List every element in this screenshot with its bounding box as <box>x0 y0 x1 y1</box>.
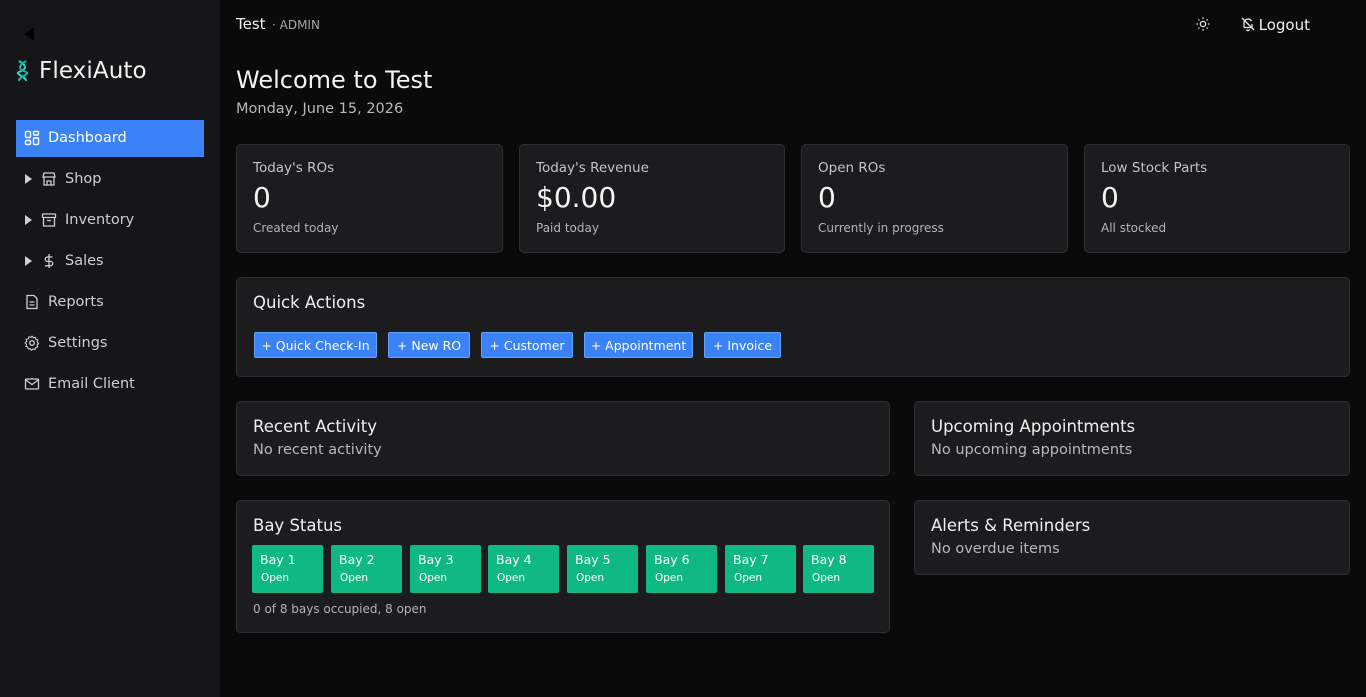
bay-name: Bay 4 <box>496 552 532 567</box>
bay-status: Open <box>734 572 763 584</box>
expand-caret-icon <box>25 215 32 225</box>
document-icon <box>26 294 38 310</box>
upcoming-appointments-empty: No upcoming appointments <box>931 442 1133 458</box>
alerts-title: Alerts & Reminders <box>931 516 1091 535</box>
gear-icon <box>24 335 40 351</box>
stat-card-low-stock-parts: Low Stock Parts 0 All stocked <box>1084 144 1350 253</box>
stat-card-open-ros: Open ROs 0 Currently in progress <box>801 144 1068 253</box>
bay-status: Open <box>812 572 841 584</box>
brand-name: FlexiAuto <box>39 58 147 84</box>
stat-value: $0.00 <box>536 181 617 214</box>
bay-status: Open <box>419 572 448 584</box>
dollar-icon <box>44 254 54 268</box>
new-ro-button[interactable]: + New RO <box>388 332 470 358</box>
bay-status: Open <box>576 572 605 584</box>
mail-icon <box>24 378 40 390</box>
stat-subtext: Currently in progress <box>818 221 944 235</box>
store-icon <box>42 172 56 186</box>
collapse-sidebar-button[interactable] <box>24 27 34 41</box>
recent-activity-card: Recent Activity No recent activity <box>236 401 890 476</box>
bay-name: Bay 8 <box>811 552 847 567</box>
bay-status-title: Bay Status <box>253 516 343 535</box>
bay-tile[interactable]: Bay 4 Open <box>488 545 559 593</box>
alerts-empty: No overdue items <box>931 541 1060 557</box>
bay-tile[interactable]: Bay 6 Open <box>646 545 717 593</box>
stat-label: Low Stock Parts <box>1101 160 1208 176</box>
sidebar-item-inventory[interactable]: Inventory <box>16 202 204 239</box>
sidebar-item-label: Email Client <box>48 376 135 392</box>
sidebar: FlexiAuto Dashboard Shop Inventory Sales… <box>0 0 220 697</box>
bay-status: Open <box>655 572 684 584</box>
sidebar-item-label: Sales <box>65 253 104 269</box>
stat-label: Today's Revenue <box>536 160 649 176</box>
stat-subtext: All stocked <box>1101 221 1167 235</box>
upcoming-appointments-title: Upcoming Appointments <box>931 417 1136 436</box>
quick-check-in-button[interactable]: + Quick Check-In <box>254 332 377 358</box>
bay-tile[interactable]: Bay 2 Open <box>331 545 402 593</box>
dna-logo-icon <box>16 60 29 82</box>
logout-button[interactable]: Logout <box>1259 16 1310 34</box>
expand-caret-icon <box>25 256 32 266</box>
sidebar-item-label: Inventory <box>65 212 135 228</box>
organization-name: Test <box>236 15 266 33</box>
bay-name: Bay 3 <box>418 552 454 567</box>
quick-actions-card: Quick Actions + Quick Check-In + New RO … <box>236 277 1350 377</box>
new-invoice-button[interactable]: + Invoice <box>704 332 781 358</box>
bay-summary: 0 of 8 bays occupied, 8 open <box>253 602 427 616</box>
bay-status: Open <box>261 572 290 584</box>
sidebar-item-shop[interactable]: Shop <box>16 161 204 198</box>
brand[interactable]: FlexiAuto <box>16 58 147 84</box>
sidebar-item-reports[interactable]: Reports <box>16 284 204 321</box>
bay-name: Bay 6 <box>654 552 690 567</box>
upcoming-appointments-card: Upcoming Appointments No upcoming appoin… <box>914 401 1350 476</box>
bay-tile[interactable]: Bay 3 Open <box>410 545 481 593</box>
bay-name: Bay 1 <box>260 552 296 567</box>
new-appointment-button[interactable]: + Appointment <box>584 332 693 358</box>
expand-caret-icon <box>25 174 32 184</box>
stat-value: 0 <box>818 181 836 214</box>
alerts-reminders-card: Alerts & Reminders No overdue items <box>914 500 1350 575</box>
user-role: · ADMIN <box>272 18 320 32</box>
bay-status-card: Bay Status Bay 1 Open Bay 2 Open Bay 3 O… <box>236 500 890 633</box>
stat-value: 0 <box>1101 181 1119 214</box>
sidebar-item-label: Reports <box>48 294 104 310</box>
quick-actions-title: Quick Actions <box>253 293 366 312</box>
sidebar-item-dashboard[interactable]: Dashboard <box>16 120 204 157</box>
stat-card-todays-revenue: Today's Revenue $0.00 Paid today <box>519 144 785 253</box>
stat-subtext: Created today <box>253 221 339 235</box>
sidebar-nav: Dashboard Shop Inventory Sales Reports S… <box>16 120 204 407</box>
stat-value: 0 <box>253 181 271 214</box>
stat-subtext: Paid today <box>536 221 599 235</box>
sun-icon[interactable] <box>1195 16 1211 32</box>
stat-label: Open ROs <box>818 160 886 176</box>
bay-tile[interactable]: Bay 8 Open <box>803 545 874 593</box>
new-customer-button[interactable]: + Customer <box>481 332 573 358</box>
bay-name: Bay 5 <box>575 552 611 567</box>
bay-tile[interactable]: Bay 5 Open <box>567 545 638 593</box>
sidebar-item-label: Dashboard <box>48 130 127 146</box>
stat-label: Today's ROs <box>253 160 335 176</box>
sidebar-item-email-client[interactable]: Email Client <box>16 366 204 403</box>
stat-card-todays-ros: Today's ROs 0 Created today <box>236 144 503 253</box>
bay-name: Bay 7 <box>733 552 769 567</box>
page-title: Welcome to Test <box>236 66 433 94</box>
recent-activity-title: Recent Activity <box>253 417 377 436</box>
bay-tile[interactable]: Bay 1 Open <box>252 545 323 593</box>
archive-icon <box>41 213 57 227</box>
sidebar-item-sales[interactable]: Sales <box>16 243 204 280</box>
bay-status: Open <box>497 572 526 584</box>
top-bar: Test · ADMIN Logout <box>236 14 1350 36</box>
bay-tile[interactable]: Bay 7 Open <box>725 545 796 593</box>
sidebar-item-settings[interactable]: Settings <box>16 325 204 362</box>
sidebar-item-label: Shop <box>65 171 102 187</box>
current-date: Monday, June 15, 2026 <box>236 101 404 117</box>
bay-name: Bay 2 <box>339 552 375 567</box>
dashboard-icon <box>24 130 40 146</box>
bell-off-icon[interactable] <box>1240 16 1256 32</box>
bay-status: Open <box>340 572 369 584</box>
recent-activity-empty: No recent activity <box>253 442 382 458</box>
sidebar-item-label: Settings <box>48 335 108 351</box>
